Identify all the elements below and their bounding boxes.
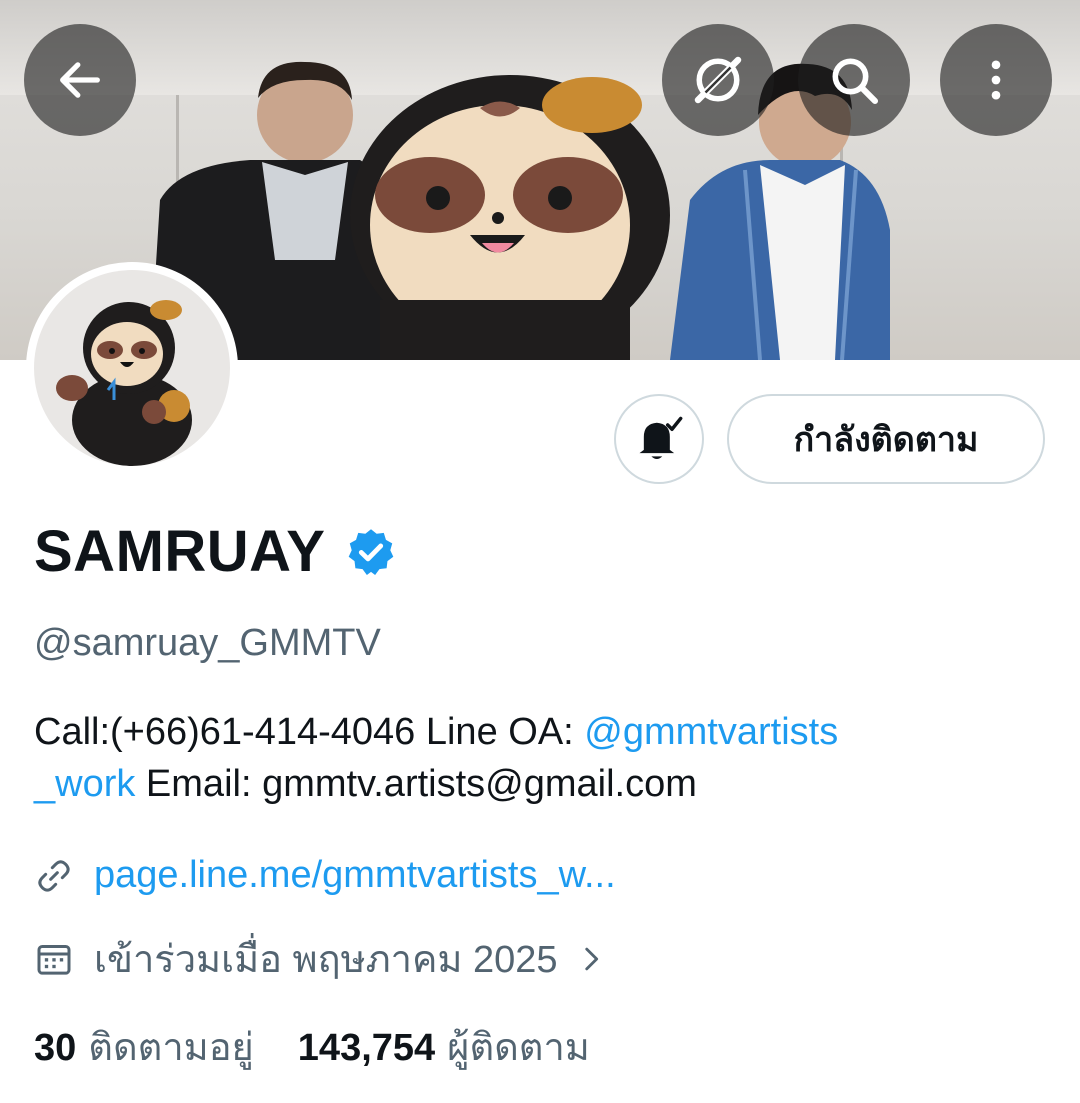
following-count: 30 <box>34 1027 77 1069</box>
joined-date: เข้าร่วมเมื่อ พฤษภาคม 2025 <box>94 939 558 981</box>
following-stat[interactable]: 30 ติดตามอยู่ <box>34 1016 254 1077</box>
chevron-right-icon <box>584 947 598 970</box>
back-button[interactable] <box>24 24 136 136</box>
grok-icon <box>694 56 742 104</box>
more-button[interactable] <box>940 24 1052 136</box>
bio-email-text: Email: gmmtv.artists@gmail.com <box>135 763 697 805</box>
user-handle: @samruay_GMMTV <box>34 622 381 664</box>
following-label: ติดตามอยู่ <box>88 1027 254 1069</box>
bio-mention-link-continued[interactable]: _work <box>34 763 135 805</box>
notify-button[interactable] <box>614 394 704 484</box>
bell-check-icon <box>639 416 683 460</box>
verified-badge-icon[interactable] <box>345 526 397 578</box>
search-icon <box>832 58 879 105</box>
followers-stat[interactable]: 143,754 ผู้ติดตาม <box>298 1016 590 1077</box>
profile-bio: Call:(+66)61-414-4046 Line OA: @gmmtvart… <box>34 706 1044 810</box>
avatar[interactable] <box>26 262 238 474</box>
following-button[interactable]: กำลังติดตาม <box>727 394 1045 484</box>
follow-stats: 30 ติดตามอยู่ 143,754 ผู้ติดตาม <box>34 1016 590 1077</box>
calendar-icon <box>37 944 71 975</box>
website-link[interactable]: page.line.me/gmmtvartists_w... <box>94 854 616 897</box>
arrow-left-icon <box>60 62 100 98</box>
search-button[interactable] <box>798 24 910 136</box>
joined-row[interactable]: เข้าร่วมเมื่อ พฤษภาคม 2025 <box>34 928 628 989</box>
more-vertical-icon <box>991 60 1001 100</box>
grok-button[interactable] <box>662 24 774 136</box>
followers-label: ผู้ติดตาม <box>447 1027 590 1069</box>
website-row: page.line.me/gmmtvartists_w... <box>34 854 616 897</box>
bio-text: Call:(+66)61-414-4046 Line OA: <box>34 711 585 753</box>
link-icon <box>38 859 70 892</box>
bio-mention-link[interactable]: @gmmtvartists <box>584 711 838 753</box>
display-name: SAMRUAY <box>34 519 326 584</box>
avatar-image <box>34 270 230 466</box>
profile-name-row: SAMRUAY <box>34 518 397 585</box>
followers-count: 143,754 <box>297 1027 436 1069</box>
